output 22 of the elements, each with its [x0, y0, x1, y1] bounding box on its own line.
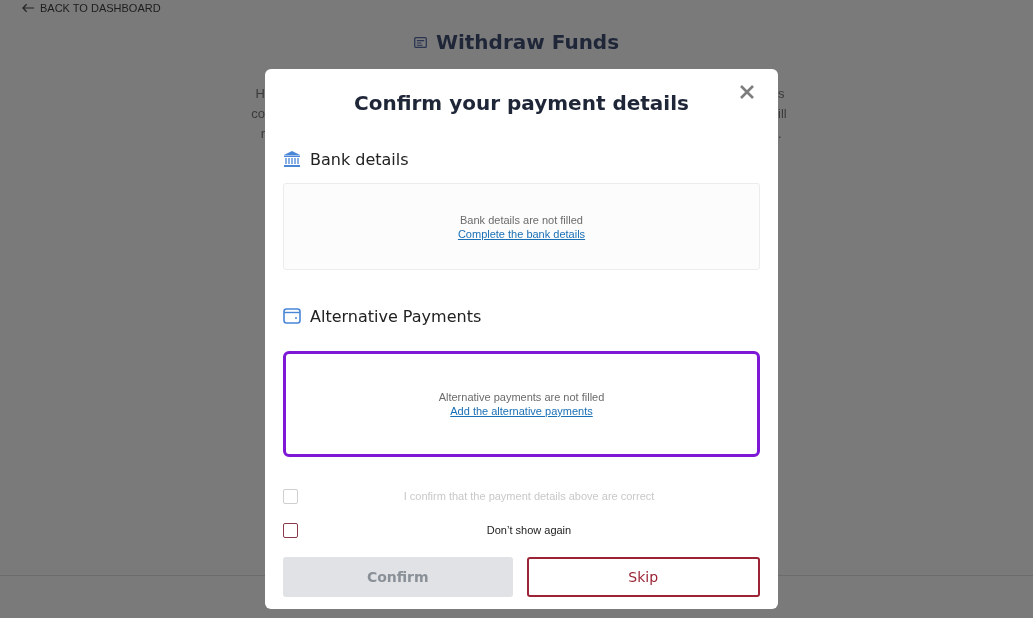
page-title: Withdraw Funds	[435, 30, 620, 54]
arrow-left-icon	[22, 3, 35, 13]
details-link[interactable]: Add the alternative payments	[450, 405, 593, 417]
bank-icon	[283, 150, 301, 168]
document-icon	[413, 36, 427, 48]
text-fragment: H	[254, 85, 265, 103]
text-fragment: ill	[778, 105, 787, 123]
text-fragment: co	[250, 105, 265, 123]
wallet-icon	[283, 308, 301, 324]
skip-button[interactable]: Skip	[526, 557, 760, 597]
section-heading: Bank details	[310, 149, 409, 169]
checkbox[interactable]	[283, 522, 298, 538]
empty-message: Alternative payments are not filled	[438, 391, 605, 403]
details-link[interactable]: Complete the bank details	[457, 227, 586, 240]
text-fragment: .	[778, 125, 782, 143]
modal-title: Confirm your payment details	[354, 91, 689, 115]
empty-message: Bank details are not filled	[460, 213, 583, 226]
text-fragment: r	[259, 125, 265, 143]
text-fragment: s	[778, 85, 785, 103]
section-heading: Alternative Payments	[310, 306, 482, 326]
checkbox-label: Don’t show again	[485, 524, 573, 536]
back-link[interactable]: BACK TO DASHBOARD	[22, 2, 161, 14]
